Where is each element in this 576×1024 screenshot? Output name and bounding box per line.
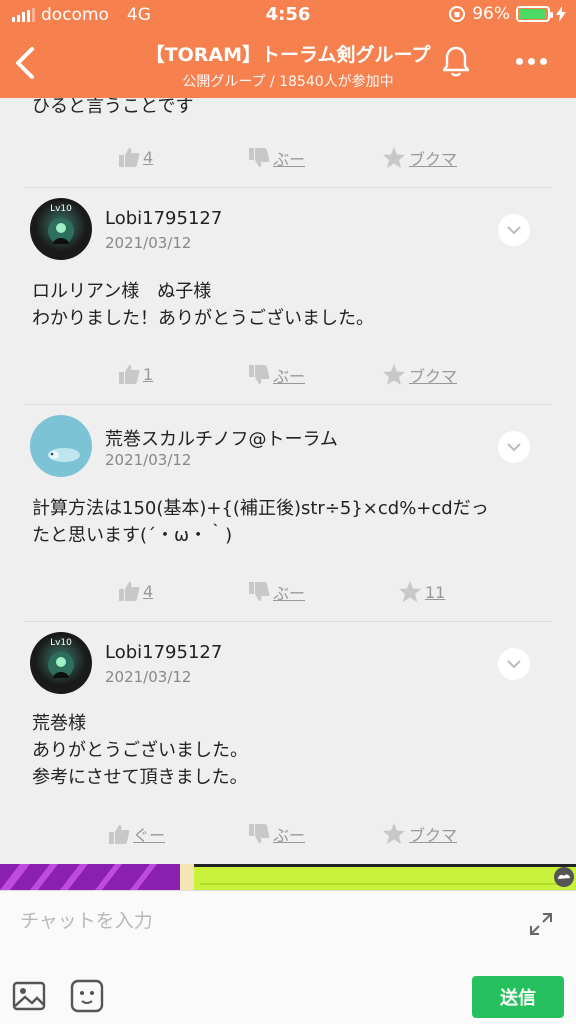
bookmark-icon bbox=[383, 364, 405, 385]
like-count: 4 bbox=[143, 581, 154, 601]
avatar-level-badge: Lv10 bbox=[50, 204, 72, 214]
dislike-icon bbox=[249, 365, 270, 384]
comment-menu-button[interactable] bbox=[498, 648, 530, 680]
dislike-button[interactable]: ぶー bbox=[248, 822, 305, 846]
like-button[interactable]: 1 bbox=[118, 363, 153, 385]
page-subtitle: 公開グループ / 18540人が参加中 bbox=[182, 74, 394, 90]
like-icon bbox=[119, 148, 140, 167]
like-count: 4 bbox=[143, 147, 154, 167]
dislike-icon bbox=[249, 824, 270, 843]
divider bbox=[24, 404, 552, 405]
ad-banner-image bbox=[0, 864, 576, 890]
avatar[interactable] bbox=[30, 415, 92, 477]
like-icon bbox=[119, 365, 140, 384]
app-header: docomo 4G 4:56 96% 【TORAM】トーラム剣グループ 公開グル… bbox=[0, 0, 576, 98]
like-label: ぐー bbox=[133, 826, 166, 845]
battery-icon bbox=[516, 6, 553, 22]
chevron-down-icon bbox=[507, 660, 521, 669]
comment-menu-button[interactable] bbox=[498, 214, 530, 246]
dislike-button[interactable]: ぶー bbox=[248, 146, 305, 170]
bookmark-label: ブクマ bbox=[409, 826, 458, 845]
comment-username[interactable]: Lobi1795127 bbox=[105, 642, 222, 663]
avatar-image bbox=[48, 448, 80, 462]
partial-comment-text: ひると言うことです bbox=[32, 98, 194, 117]
dislike-label: ぶー bbox=[273, 584, 306, 603]
status-bar: docomo 4G 4:56 96% bbox=[0, 0, 576, 30]
charging-icon bbox=[556, 6, 566, 22]
avatar[interactable]: Lv10 bbox=[30, 198, 92, 260]
header-title-group[interactable]: 【TORAM】トーラム剣グループ 公開グループ / 18540人が参加中 bbox=[80, 40, 496, 91]
dislike-icon bbox=[249, 582, 270, 601]
bookmark-label: ブクマ bbox=[409, 150, 458, 169]
divider bbox=[24, 187, 552, 188]
bookmark-icon bbox=[383, 823, 405, 844]
bookmark-icon bbox=[399, 581, 421, 602]
comment-actions: 1 ぶー ブクマ bbox=[0, 355, 576, 395]
send-button[interactable]: 送信 bbox=[472, 976, 564, 1018]
dislike-label: ぶー bbox=[273, 367, 306, 386]
avatar-image: Lv10 bbox=[48, 204, 74, 244]
bookmark-button[interactable]: ブクマ bbox=[382, 146, 457, 170]
chevron-down-icon bbox=[507, 226, 521, 235]
dislike-label: ぶー bbox=[273, 826, 306, 845]
dislike-button[interactable]: ぶー bbox=[248, 580, 305, 604]
like-button[interactable]: ぐー bbox=[108, 822, 165, 846]
bookmark-button[interactable]: ブクマ bbox=[382, 822, 457, 846]
status-right: 96% bbox=[448, 4, 566, 24]
battery-percent: 96% bbox=[472, 4, 510, 24]
like-icon bbox=[119, 582, 140, 601]
avatar[interactable]: Lv10 bbox=[30, 632, 92, 694]
comment-menu-button[interactable] bbox=[498, 431, 530, 463]
avatar-level-badge: Lv10 bbox=[50, 638, 72, 648]
comment-actions: 4 ぶー 11 bbox=[0, 572, 576, 612]
comment-body: 荒巻様 ありがとうございました。 参考にさせて頂きました。 bbox=[32, 710, 542, 791]
comment-line: 参考にさせて頂きました。 bbox=[32, 767, 248, 788]
bookmark-label: ブクマ bbox=[409, 367, 458, 386]
bookmark-button[interactable]: 11 bbox=[398, 580, 445, 604]
like-button[interactable]: 4 bbox=[118, 580, 153, 602]
comment-date: 2021/03/12 bbox=[105, 668, 192, 686]
comment-line: ロルリアン様 ぬ子様 bbox=[32, 281, 212, 302]
orientation-lock-icon bbox=[449, 6, 466, 22]
more-icon[interactable] bbox=[516, 58, 547, 65]
bookmark-button[interactable]: ブクマ bbox=[382, 363, 457, 387]
comment-line: 計算方法は150(基本)+{(補正後)str÷5}×cd%+cdだっ bbox=[32, 498, 489, 519]
image-icon[interactable] bbox=[12, 979, 46, 1013]
chat-input-bar: 送信 bbox=[0, 890, 576, 1024]
bookmark-icon bbox=[383, 147, 405, 168]
comment-actions: 4 ぶー ブクマ bbox=[0, 138, 576, 178]
dislike-label: ぶー bbox=[273, 150, 306, 169]
comment-date: 2021/03/12 bbox=[105, 234, 192, 252]
comment-date: 2021/03/12 bbox=[105, 451, 192, 469]
divider bbox=[24, 621, 552, 622]
chevron-down-icon bbox=[507, 443, 521, 452]
emoji-icon[interactable] bbox=[70, 979, 104, 1013]
comment-body: 計算方法は150(基本)+{(補正後)str÷5}×cd%+cdだっ たと思いま… bbox=[32, 495, 542, 549]
comment-line: たと思います(´・ω・｀) bbox=[32, 525, 233, 546]
comment-line: ありがとうございました。 bbox=[32, 740, 248, 761]
avatar-image: Lv10 bbox=[48, 638, 74, 678]
page-title: 【TORAM】トーラム剣グループ bbox=[145, 44, 431, 66]
chat-input[interactable] bbox=[0, 891, 576, 951]
comment-username[interactable]: 荒巻スカルチノフ@トーラム bbox=[105, 425, 338, 451]
dislike-icon bbox=[249, 148, 270, 167]
like-button[interactable]: 4 bbox=[118, 146, 153, 168]
comment-feed[interactable]: ひると言うことです 4 ぶー ブクマ Lv10 Lobi1795127 2021… bbox=[0, 98, 576, 864]
bell-icon[interactable] bbox=[440, 44, 472, 78]
like-icon bbox=[109, 825, 130, 844]
comment-line: 荒巻様 bbox=[32, 713, 86, 734]
comment-line: わかりました！ありがとうございました。 bbox=[32, 308, 374, 329]
ad-banner[interactable] bbox=[0, 864, 576, 890]
back-icon[interactable] bbox=[12, 46, 38, 80]
comment-body: ロルリアン様 ぬ子様 わかりました！ありがとうございました。 bbox=[32, 278, 542, 332]
bookmark-count: 11 bbox=[425, 582, 446, 602]
comment-actions: ぐー ぶー ブクマ bbox=[0, 814, 576, 854]
expand-icon[interactable] bbox=[528, 911, 554, 937]
comment-username[interactable]: Lobi1795127 bbox=[105, 208, 222, 229]
like-count: 1 bbox=[143, 364, 154, 384]
dislike-button[interactable]: ぶー bbox=[248, 363, 305, 387]
